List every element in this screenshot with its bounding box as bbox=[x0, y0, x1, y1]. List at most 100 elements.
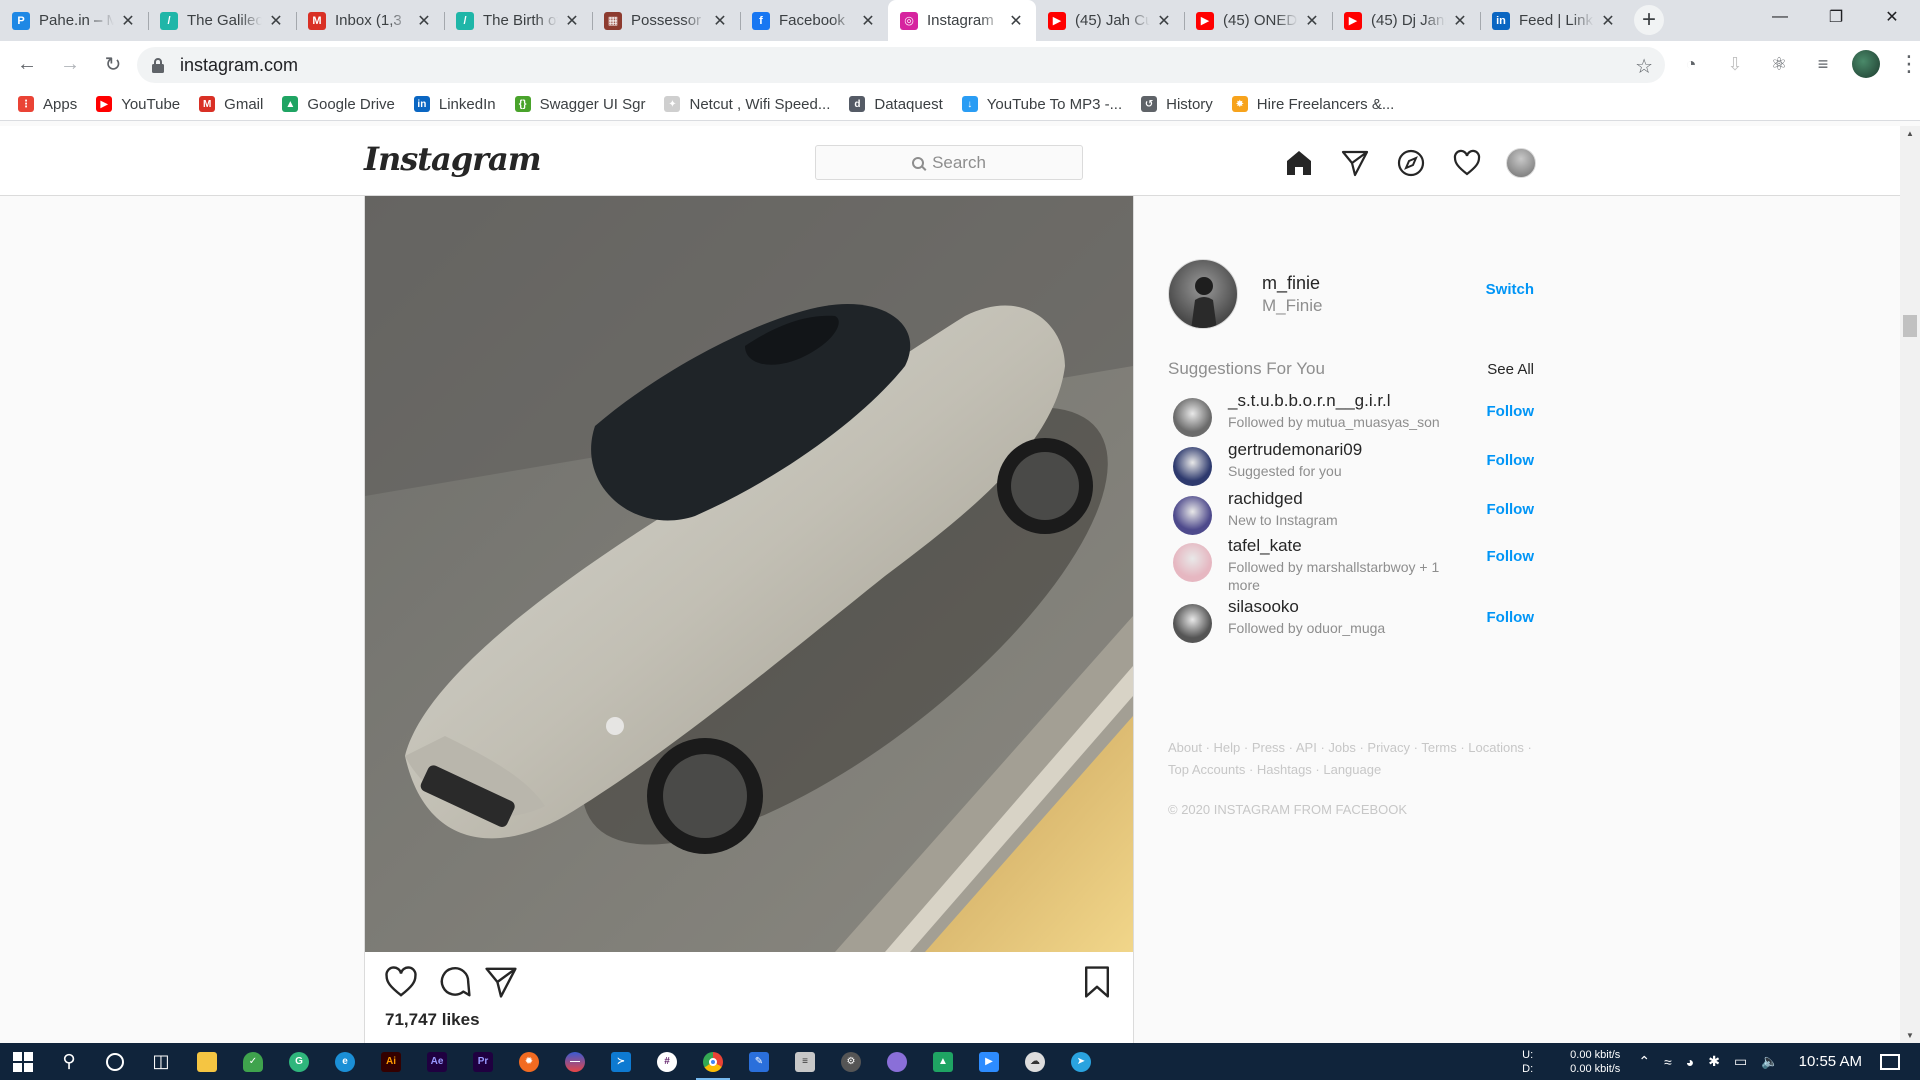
notifications-icon[interactable] bbox=[1880, 1053, 1900, 1070]
bookmark-item[interactable]: ↺ History bbox=[1141, 96, 1213, 113]
suggestion-avatar[interactable] bbox=[1173, 447, 1212, 486]
bookmark-item[interactable]: M Gmail bbox=[199, 96, 263, 113]
minimize-button[interactable]: — bbox=[1752, 0, 1808, 34]
tab-close-icon[interactable]: ✕ bbox=[1006, 11, 1026, 31]
tab-close-icon[interactable]: ✕ bbox=[1154, 11, 1174, 31]
telegram-icon[interactable]: ➤ bbox=[1058, 1043, 1104, 1080]
suggestion-avatar[interactable] bbox=[1173, 398, 1212, 437]
bookmark-item[interactable]: ⋮ Apps bbox=[18, 96, 77, 113]
bookmark-item[interactable]: in LinkedIn bbox=[413, 96, 496, 113]
address-bar[interactable]: instagram.com ☆ bbox=[137, 47, 1665, 83]
blender-icon[interactable]: ✹ bbox=[506, 1043, 552, 1080]
post-image[interactable] bbox=[365, 196, 1133, 952]
after-effects-icon[interactable]: Ae bbox=[414, 1043, 460, 1080]
search-input[interactable]: Search bbox=[815, 145, 1083, 180]
browser-tab[interactable]: P Pahe.in – Movies✕ bbox=[0, 0, 148, 41]
search-taskbar-icon[interactable]: ⚲ bbox=[46, 1043, 92, 1080]
footer-links[interactable]: About · Help · Press · API · Jobs · Priv… bbox=[1168, 737, 1534, 781]
direct-message-icon[interactable] bbox=[1338, 146, 1372, 180]
task-view-icon[interactable]: ◫ bbox=[138, 1043, 184, 1080]
browser-tab[interactable]: ▦ Possessor ✕ bbox=[592, 0, 740, 41]
suggestion-avatar[interactable] bbox=[1173, 604, 1212, 643]
browser-tab[interactable]: M Inbox (1,3 ✕ bbox=[296, 0, 444, 41]
tab-close-icon[interactable]: ✕ bbox=[414, 11, 434, 31]
save-bookmark-icon[interactable] bbox=[1079, 964, 1115, 1000]
explore-compass-icon[interactable] bbox=[1394, 146, 1428, 180]
instagram-logo[interactable]: Instagram bbox=[364, 140, 542, 178]
suggestion-username[interactable]: gertrudemonari09 bbox=[1228, 440, 1362, 460]
restore-button[interactable]: ❐ bbox=[1808, 0, 1864, 34]
app-cloud-icon[interactable]: ☁ bbox=[1012, 1043, 1058, 1080]
edge-icon[interactable]: e bbox=[322, 1043, 368, 1080]
browser-tab[interactable]: / The Galileo Affair✕ bbox=[148, 0, 296, 41]
tab-close-icon[interactable]: ✕ bbox=[562, 11, 582, 31]
volume-icon[interactable]: 🔈 bbox=[1761, 1053, 1778, 1070]
suggestion-avatar[interactable] bbox=[1173, 543, 1212, 582]
like-heart-icon[interactable] bbox=[383, 964, 419, 1000]
suggestion-username[interactable]: _s.t.u.b.b.o.r.n__g.i.r.l bbox=[1228, 391, 1391, 411]
browser-tab[interactable]: ▶ (45) ONEDAY✕ bbox=[1184, 0, 1332, 41]
bookmark-item[interactable]: ▲ Google Drive bbox=[282, 96, 395, 113]
suggestion-avatar[interactable] bbox=[1173, 496, 1212, 535]
like-count[interactable]: 71,747 likes bbox=[385, 1010, 480, 1030]
current-user-avatar[interactable] bbox=[1168, 259, 1238, 329]
bookmark-item[interactable]: d Dataquest bbox=[849, 96, 943, 113]
forward-button[interactable]: → bbox=[54, 49, 86, 81]
browser-tab[interactable]: f Facebook ✕ bbox=[740, 0, 888, 41]
follow-button[interactable]: Follow bbox=[1487, 501, 1535, 518]
share-icon[interactable] bbox=[483, 964, 519, 1000]
reload-button[interactable]: ↻ bbox=[97, 49, 129, 81]
paint-icon[interactable]: ✎ bbox=[736, 1043, 782, 1080]
windows-start-icon[interactable] bbox=[0, 1043, 46, 1080]
see-all-link[interactable]: See All bbox=[1487, 361, 1534, 378]
follow-button[interactable]: Follow bbox=[1487, 452, 1535, 469]
profile-avatar-nav[interactable] bbox=[1506, 148, 1536, 178]
tray-app-icon[interactable]: ◕ bbox=[1686, 1054, 1694, 1070]
bookmark-item[interactable]: ↓ YouTube To MP3 -... bbox=[961, 96, 1122, 113]
slack-icon[interactable]: # bbox=[644, 1043, 690, 1080]
tab-close-icon[interactable]: ✕ bbox=[710, 11, 730, 31]
chrome-taskbar-icon[interactable] bbox=[690, 1043, 736, 1080]
wifi-icon[interactable]: ≈ bbox=[1664, 1054, 1672, 1070]
tab-close-icon[interactable]: ✕ bbox=[1302, 11, 1322, 31]
tab-close-icon[interactable]: ✕ bbox=[266, 11, 286, 31]
page-scrollbar[interactable]: ▲ ▼ bbox=[1900, 126, 1920, 1043]
bluetooth-icon[interactable]: ✱ bbox=[1708, 1053, 1720, 1070]
clock[interactable]: 10:55 AM bbox=[1799, 1053, 1862, 1070]
tab-close-icon[interactable]: ✕ bbox=[858, 11, 878, 31]
profile-avatar[interactable] bbox=[1852, 50, 1880, 78]
google-drive-taskbar-icon[interactable]: ▲ bbox=[920, 1043, 966, 1080]
bookmark-item[interactable]: ✸ Hire Freelancers &... bbox=[1231, 96, 1394, 113]
tab-close-icon[interactable]: ✕ bbox=[1598, 11, 1618, 31]
comment-icon[interactable] bbox=[437, 964, 473, 1000]
tab-close-icon[interactable]: ✕ bbox=[1450, 11, 1470, 31]
battery-icon[interactable]: ▭ bbox=[1734, 1053, 1747, 1070]
app-bar-icon[interactable]: — bbox=[552, 1043, 598, 1080]
media-queue-icon[interactable]: ≡ bbox=[1808, 49, 1838, 79]
cortana-icon[interactable] bbox=[92, 1043, 138, 1080]
suggestion-username[interactable]: rachidged bbox=[1228, 489, 1303, 509]
bookmark-item[interactable]: {} Swagger UI Sgr bbox=[514, 96, 645, 113]
home-icon[interactable] bbox=[1282, 146, 1316, 180]
close-window-button[interactable]: ✕ bbox=[1864, 0, 1920, 34]
browser-menu-icon[interactable]: ⋮ bbox=[1894, 49, 1920, 79]
browser-tab[interactable]: ◎ Instagram ✕ bbox=[888, 0, 1036, 41]
download-extension-icon[interactable]: ⇩ bbox=[1720, 49, 1750, 79]
speed-dial-icon[interactable]: ◔ bbox=[1676, 49, 1706, 79]
scroll-up-arrow-icon[interactable]: ▲ bbox=[1906, 129, 1914, 138]
follow-button[interactable]: Follow bbox=[1487, 609, 1535, 626]
browser-tab[interactable]: ▶ (45) Jah Cure✕ bbox=[1036, 0, 1184, 41]
suggestion-username[interactable]: tafel_kate bbox=[1228, 536, 1302, 556]
follow-button[interactable]: Follow bbox=[1487, 403, 1535, 420]
scroll-thumb[interactable] bbox=[1903, 315, 1917, 337]
bookmark-item[interactable]: ✦ Netcut , Wifi Speed... bbox=[664, 96, 830, 113]
settings-gear-icon[interactable]: ⚙ bbox=[828, 1043, 874, 1080]
browser-tab[interactable]: ▶ (45) Dj Janny✕ bbox=[1332, 0, 1480, 41]
follow-button[interactable]: Follow bbox=[1487, 548, 1535, 565]
app-green-icon[interactable]: G bbox=[276, 1043, 322, 1080]
activity-heart-icon[interactable] bbox=[1450, 146, 1484, 180]
bookmark-star-icon[interactable]: ☆ bbox=[1635, 54, 1653, 79]
vscode-icon[interactable]: ≻ bbox=[598, 1043, 644, 1080]
bookmark-item[interactable]: ▶ YouTube bbox=[96, 96, 180, 113]
file-explorer-icon[interactable] bbox=[184, 1043, 230, 1080]
